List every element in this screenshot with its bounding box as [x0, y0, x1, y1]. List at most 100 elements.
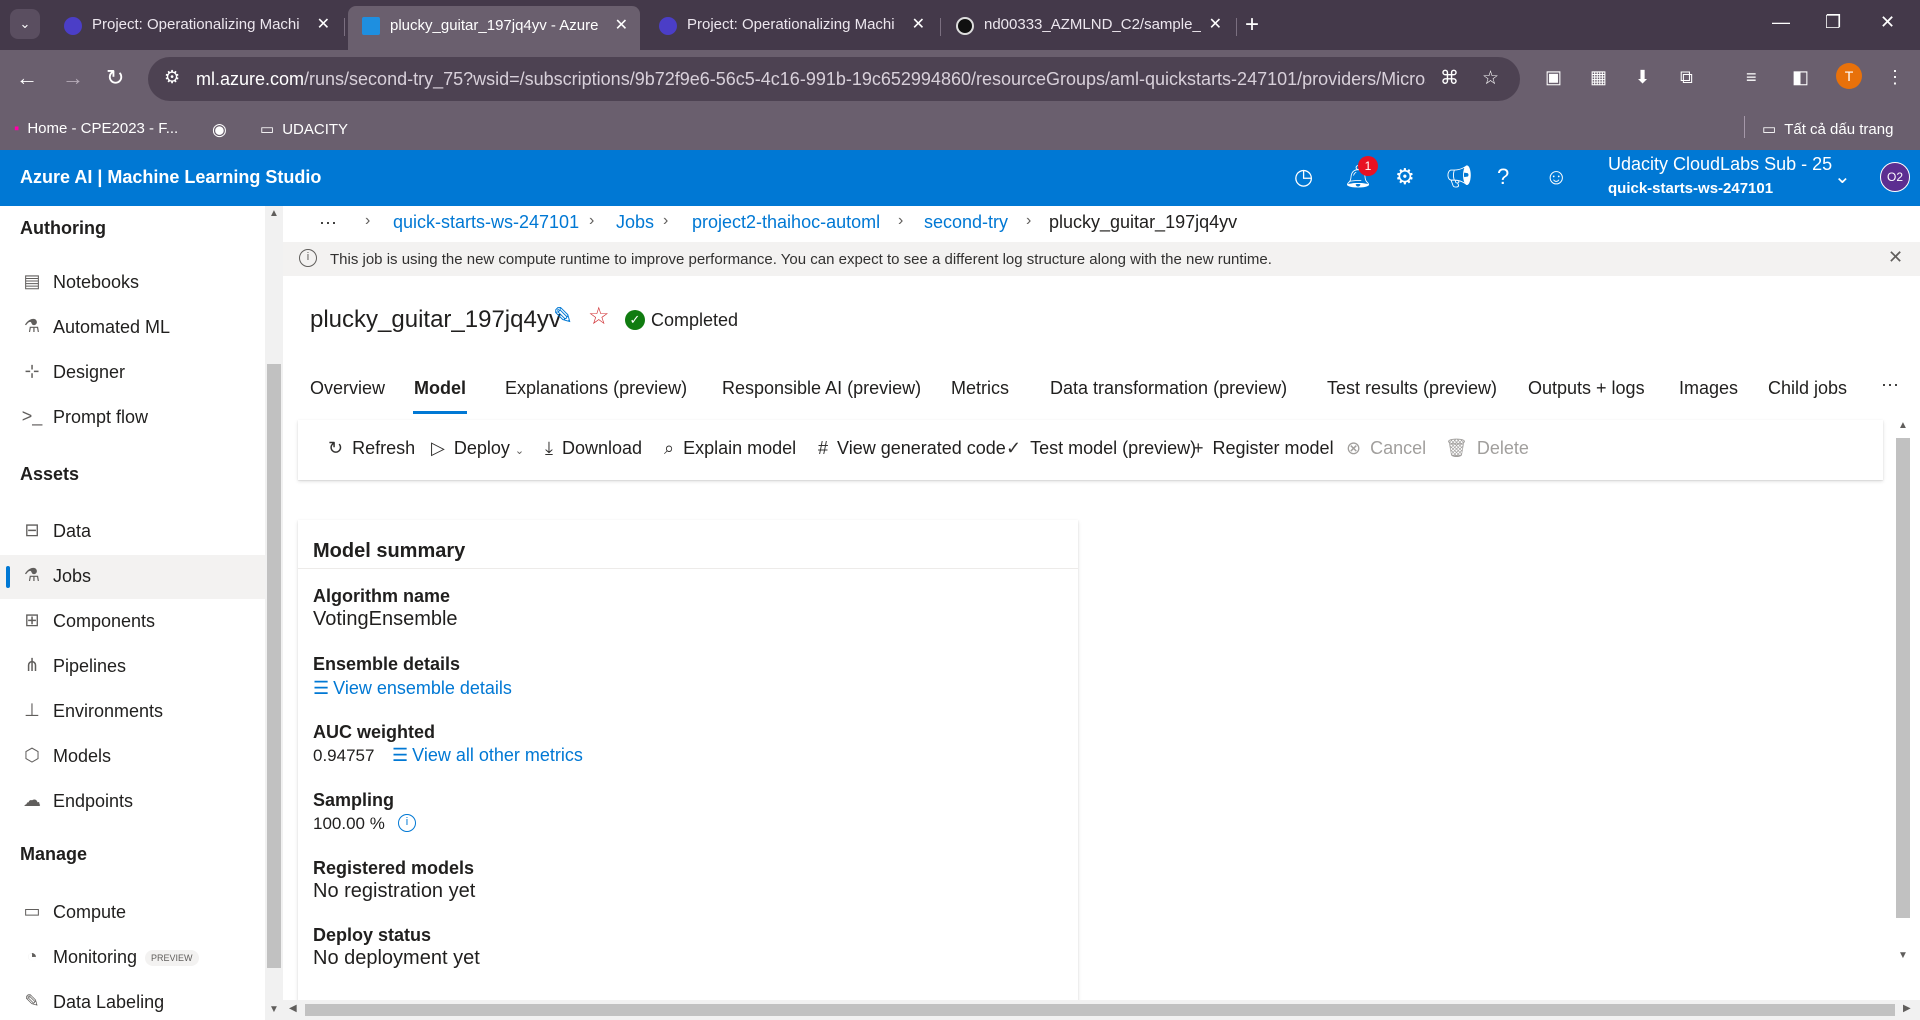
scrollbar-thumb[interactable] [305, 1004, 1895, 1016]
workspace-name[interactable]: quick-starts-ws-247101 [1608, 180, 1773, 197]
user-avatar[interactable]: O2 [1880, 162, 1910, 192]
scroll-down-icon[interactable]: ▼ [1898, 950, 1908, 961]
info-icon[interactable]: i [398, 814, 416, 832]
nav-item-models[interactable]: ⬡ Models [0, 735, 265, 779]
tab-child-jobs[interactable]: Child jobs [1768, 378, 1847, 399]
bookmark-globe[interactable]: ◉ [212, 120, 227, 140]
view-generated-code-button[interactable]: # View generated code [818, 438, 1006, 459]
more-tabs-icon[interactable]: ··· [1881, 374, 1899, 395]
refresh-button[interactable]: ↻ Refresh [328, 438, 415, 459]
nav-item-jobs[interactable]: ⚗ Jobs [0, 555, 265, 599]
nav-item-monitoring[interactable]: ◔ Monitoring PREVIEW [0, 936, 265, 980]
site-info-icon[interactable]: ⚙ [164, 67, 180, 88]
bookmark-star-icon[interactable]: ☆ [1482, 67, 1499, 90]
scroll-up-icon[interactable]: ▲ [1898, 420, 1908, 431]
help-icon[interactable]: ? [1497, 164, 1509, 190]
breadcrumb-overflow[interactable]: ··· [319, 212, 337, 233]
back-icon[interactable]: ← [16, 65, 38, 91]
tab-overview[interactable]: Overview [310, 378, 385, 399]
url-text[interactable]: ml.azure.com/runs/second-try_75?wsid=/su… [196, 69, 1426, 90]
scrollbar-thumb[interactable] [267, 364, 281, 968]
close-icon[interactable]: ✕ [615, 6, 628, 46]
reload-icon[interactable]: ↻ [106, 65, 124, 91]
tab-explanations[interactable]: Explanations (preview) [505, 378, 687, 399]
address-bar[interactable]: ⚙ ml.azure.com/runs/second-try_75?wsid=/… [148, 57, 1520, 101]
scroll-up-icon[interactable]: ▲ [269, 208, 279, 219]
deploy-button[interactable]: ▷ Deploy ⌄ [431, 438, 524, 459]
register-model-button[interactable]: + Register model [1193, 438, 1334, 459]
extensions-icon[interactable]: ⧉ [1680, 67, 1693, 88]
qr-code-icon[interactable]: ▦ [1590, 67, 1607, 88]
close-icon[interactable]: ✕ [1209, 8, 1222, 42]
close-icon[interactable]: ✕ [1888, 247, 1903, 268]
forward-icon[interactable]: → [62, 65, 84, 91]
close-icon[interactable]: ✕ [317, 8, 330, 42]
breadcrumb-workspace[interactable]: quick-starts-ws-247101 [393, 212, 579, 233]
tab-model[interactable]: Model [414, 378, 466, 399]
tab-test-results[interactable]: Test results (preview) [1327, 378, 1497, 399]
tab-data-transformation[interactable]: Data transformation (preview) [1050, 378, 1287, 399]
view-ensemble-details-link[interactable]: ☰ View ensemble details [313, 678, 512, 699]
nav-item-endpoints[interactable]: ☁ Endpoints [0, 780, 265, 824]
nav-item-environments[interactable]: ⊥ Environments [0, 690, 265, 734]
favorite-star-icon[interactable]: ☆ [588, 302, 610, 331]
new-tab-icon[interactable]: + [1245, 10, 1259, 40]
bookmark-home-cpe2023[interactable]: ▪ Home - CPE2023 - F... [14, 120, 178, 137]
all-bookmarks[interactable]: ▭ Tất cả dấu trang [1762, 120, 1893, 138]
horizontal-scrollbar[interactable]: ◀ ▶ [283, 1000, 1920, 1020]
download-button[interactable]: ⤓ Download [545, 438, 642, 459]
browser-tab[interactable]: Project: Operationalizing Machi ✕ [645, 8, 937, 42]
test-model-button[interactable]: ✓ Test model (preview) [1006, 438, 1196, 459]
app-title[interactable]: Azure AI | Machine Learning Studio [20, 167, 321, 188]
chevron-down-icon[interactable]: ⌄ [1834, 164, 1851, 189]
tab-responsible-ai[interactable]: Responsible AI (preview) [722, 378, 921, 399]
delete-button[interactable]: 🗑︎ Delete [1445, 438, 1529, 459]
view-all-metrics-link[interactable]: ☰ View all other metrics [392, 745, 583, 766]
translate-icon[interactable]: ⌘ [1440, 67, 1459, 90]
main-vertical-scrollbar[interactable]: ▲ ▼ [1894, 420, 1912, 976]
scroll-right-icon[interactable]: ▶ [1903, 1003, 1911, 1014]
close-icon[interactable]: ✕ [912, 8, 925, 42]
window-close-icon[interactable]: ✕ [1880, 12, 1895, 33]
restore-icon[interactable]: ❐ [1825, 12, 1841, 33]
tab-images[interactable]: Images [1679, 378, 1738, 399]
media-control-icon[interactable]: ≡ [1746, 67, 1757, 88]
nav-item-data[interactable]: ⊟ Data [0, 510, 265, 554]
tab-search-menu-icon[interactable]: ⌄ [10, 9, 40, 39]
history-icon[interactable]: ◷ [1294, 164, 1313, 190]
settings-gear-icon[interactable]: ⚙ [1395, 164, 1415, 190]
scrollbar-thumb[interactable] [1896, 438, 1910, 918]
nav-item-prompt-flow[interactable]: >_ Prompt flow [0, 396, 265, 440]
tab-outputs-logs[interactable]: Outputs + logs [1528, 378, 1645, 399]
minimize-icon[interactable]: — [1772, 12, 1790, 33]
scroll-left-icon[interactable]: ◀ [289, 1003, 297, 1014]
browser-tab[interactable]: nd00333_AZMLND_C2/sample_ ✕ [942, 8, 1234, 42]
bookmark-folder-udacity[interactable]: ▭ UDACITY [260, 120, 348, 138]
nav-item-automated-ml[interactable]: ⚗ Automated ML [0, 306, 265, 350]
announcements-icon[interactable]: 📢︎ [1445, 164, 1473, 190]
browser-menu-icon[interactable]: ⋮ [1886, 67, 1904, 88]
nav-item-pipelines[interactable]: ⋔ Pipelines [0, 645, 265, 689]
feedback-smiley-icon[interactable]: ☺ [1545, 164, 1567, 190]
scroll-down-icon[interactable]: ▼ [269, 1004, 279, 1015]
google-translate-extension-icon[interactable]: ▣ [1545, 67, 1562, 88]
sidebar-scrollbar[interactable]: ▲ ▼ [265, 206, 283, 1020]
breadcrumb-jobs[interactable]: Jobs [616, 212, 654, 233]
breadcrumb-experiment[interactable]: project2-thaihoc-automl [692, 212, 880, 233]
download-icon[interactable]: ⬇ [1635, 67, 1650, 88]
breadcrumb-parent-run[interactable]: second-try [924, 212, 1008, 233]
browser-tab[interactable]: Project: Operationalizing Machi ✕ [50, 8, 342, 42]
browser-tab-active[interactable]: plucky_guitar_197jq4yv - Azure ✕ [348, 6, 640, 50]
explain-model-button[interactable]: ⌕ Explain model [664, 438, 796, 459]
subscription-name[interactable]: Udacity CloudLabs Sub - 25 [1608, 154, 1832, 175]
profile-avatar[interactable]: T [1836, 63, 1862, 89]
nav-item-compute[interactable]: ▭ Compute [0, 891, 265, 935]
side-panel-icon[interactable]: ◧ [1792, 67, 1809, 88]
nav-item-designer[interactable]: ⊹ Designer [0, 351, 265, 395]
tab-metrics[interactable]: Metrics [951, 378, 1009, 399]
edit-pencil-icon[interactable]: ✎ [553, 302, 573, 331]
nav-item-notebooks[interactable]: ▤ Notebooks [0, 261, 265, 305]
nav-item-data-labeling[interactable]: ✎ Data Labeling [0, 981, 265, 1020]
cancel-button[interactable]: ⊗ Cancel [1346, 438, 1426, 459]
nav-item-components[interactable]: ⊞ Components [0, 600, 265, 644]
